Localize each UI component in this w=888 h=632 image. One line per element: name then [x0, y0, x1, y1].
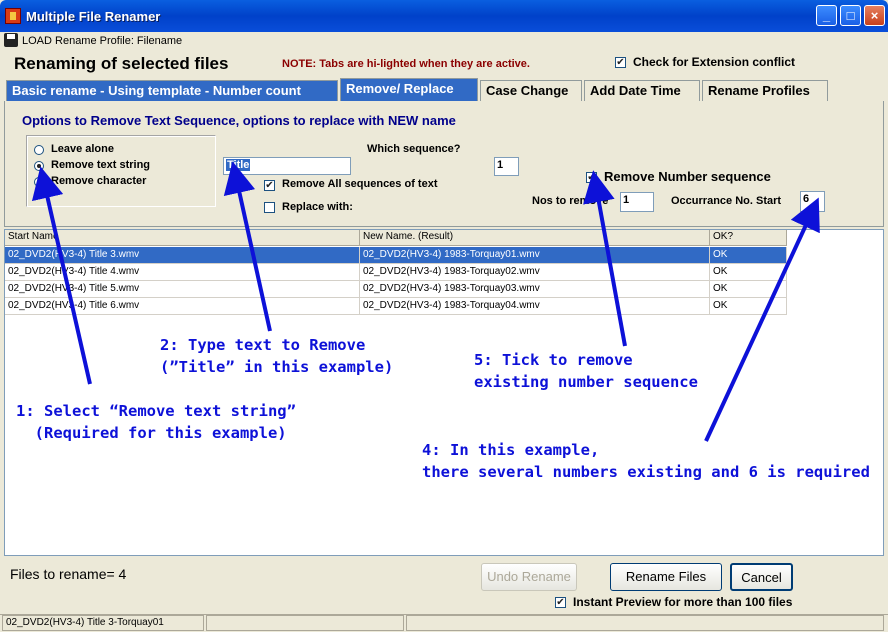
nos-to-remove-label: Nos to remove	[532, 195, 609, 207]
extension-conflict-label: Check for Extension conflict	[633, 55, 796, 69]
tab-case-change[interactable]: Case Change	[480, 80, 582, 101]
extension-conflict-checkbox[interactable]: ✔	[615, 57, 626, 68]
status-panel-2	[206, 615, 404, 631]
which-sequence-label: Which sequence?	[367, 143, 461, 155]
instant-preview-label: Instant Preview for more than 100 files	[573, 595, 793, 609]
cancel-button[interactable]: Cancel	[730, 563, 793, 591]
table-row-result[interactable]: 02_DVD2(HV3-4) 1983-Torquay04.wmv	[360, 298, 710, 315]
which-sequence-input[interactable]: 1	[494, 157, 519, 176]
table-row-ok[interactable]: OK	[710, 247, 787, 264]
instant-preview-checkbox[interactable]: ✔	[555, 597, 566, 608]
column-header-ok[interactable]: OK?	[710, 230, 787, 246]
tab-remove-replace[interactable]: Remove/ Replace	[340, 78, 478, 101]
close-button[interactable]: ×	[864, 5, 885, 26]
minimize-button[interactable]: _	[816, 5, 837, 26]
column-header-new-name[interactable]: New Name. (Result)	[360, 230, 710, 246]
nos-to-remove-input[interactable]: 1	[620, 192, 654, 212]
rename-files-button[interactable]: Rename Files	[610, 563, 722, 591]
table-row-start[interactable]: 02_DVD2(HV3-4) Title 5.wmv	[5, 281, 360, 298]
replace-with-label: Replace with:	[282, 201, 353, 213]
radio-remove-character-label: Remove character	[51, 175, 147, 187]
table-row-ok[interactable]: OK	[710, 298, 787, 315]
radio-leave-alone[interactable]	[34, 145, 44, 155]
remove-number-checkbox[interactable]: ✔	[586, 172, 597, 183]
tabs-note: NOTE: Tabs are hi-lighted when they are …	[282, 58, 530, 70]
text-to-remove-value: Title	[226, 159, 251, 171]
page-title: Renaming of selected files	[14, 54, 229, 73]
table-row-result[interactable]: 02_DVD2(HV3-4) 1983-Torquay03.wmv	[360, 281, 710, 298]
tab-add-date-time[interactable]: Add Date Time	[584, 80, 700, 101]
files-to-rename-count: Files to rename= 4	[10, 566, 127, 582]
table-row-start[interactable]: 02_DVD2(HV3-4) Title 4.wmv	[5, 264, 360, 281]
annotation-step-1: 1: Select “Remove text string” (Required…	[16, 402, 296, 442]
tab-rename-profiles[interactable]: Rename Profiles	[702, 80, 828, 101]
annotation-step-5: 5: Tick to remove existing number sequen…	[474, 351, 698, 391]
remove-number-label: Remove Number sequence	[604, 169, 771, 184]
occurrence-start-label: Occurrance No. Start	[671, 195, 782, 207]
table-row-result[interactable]: 02_DVD2(HV3-4) 1983-Torquay01.wmv	[360, 247, 710, 264]
occurrence-start-input[interactable]: 6	[800, 191, 825, 212]
column-header-start-name[interactable]: Start Name	[5, 230, 360, 246]
remove-all-checkbox[interactable]: ✔	[264, 180, 275, 191]
maximize-button[interactable]: □	[840, 5, 861, 26]
table-row-result[interactable]: 02_DVD2(HV3-4) 1983-Torquay02.wmv	[360, 264, 710, 281]
radio-remove-text-string-label: Remove text string	[51, 159, 151, 171]
annotation-step-2: 2: Type text to Remove (”Title” in this …	[160, 336, 394, 376]
options-title: Options to Remove Text Sequence, options…	[22, 113, 456, 128]
window-title: Multiple File Renamer	[26, 9, 161, 24]
table-row-ok[interactable]: OK	[710, 281, 787, 298]
table-row-start[interactable]: 02_DVD2(HV3-4) Title 6.wmv	[5, 298, 360, 315]
remove-all-label: Remove All sequences of text	[282, 178, 438, 190]
undo-rename-button[interactable]: Undo Rename	[481, 563, 577, 591]
radio-remove-character[interactable]	[34, 177, 44, 187]
app-icon	[5, 8, 21, 24]
tab-basic-rename[interactable]: Basic rename - Using template - Number c…	[6, 80, 338, 101]
annotation-step-4: 4: In this example, there several number…	[422, 441, 870, 481]
status-current-file: 02_DVD2(HV3-4) Title 3-Torquay01	[2, 615, 204, 631]
table-row-start[interactable]: 02_DVD2(HV3-4) Title 3.wmv	[5, 247, 360, 264]
load-profile-menu[interactable]: LOAD Rename Profile: Filename	[22, 35, 182, 47]
replace-with-checkbox[interactable]	[264, 202, 275, 213]
text-to-remove-input[interactable]: Title	[223, 157, 351, 175]
status-panel-3	[406, 615, 884, 631]
radio-leave-alone-label: Leave alone	[51, 143, 114, 155]
radio-remove-text-string[interactable]	[34, 161, 44, 171]
table-row-ok[interactable]: OK	[710, 264, 787, 281]
floppy-disk-icon[interactable]	[4, 33, 18, 47]
